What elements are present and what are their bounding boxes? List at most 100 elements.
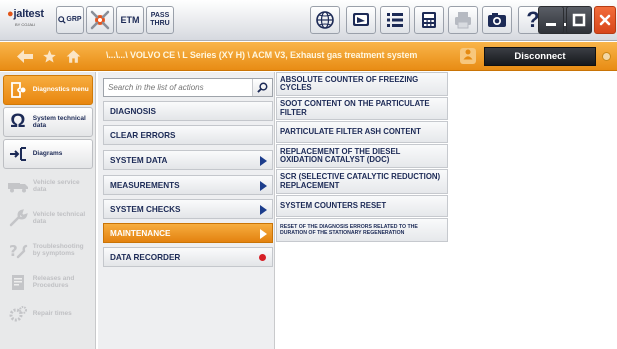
action-item-label: PARTICULATE FILTER ASH CONTENT xyxy=(280,126,421,136)
jaltest-window: ●jaltest BY COJALI GRP ETM PASS THRU ? \… xyxy=(0,0,617,349)
truck-icon xyxy=(7,175,29,197)
menu-item-clear-errors[interactable]: CLEAR ERRORS xyxy=(103,125,273,145)
close-window-button[interactable] xyxy=(594,6,616,34)
menu-item-label: DATA RECORDER xyxy=(110,252,181,262)
menu-item-maintenance[interactable]: MAINTENANCE xyxy=(103,223,273,243)
document-icon xyxy=(7,271,29,293)
sidebar-item-label: Diagnostics menu xyxy=(32,86,89,94)
disconnect-button[interactable]: Disconnect xyxy=(484,47,596,66)
breadcrumb-path[interactable]: \...\...\ VOLVO CE \ L Series (XY H) \ A… xyxy=(106,50,417,60)
sidebar-item-label: Vehicle service data xyxy=(33,178,80,194)
user-icon[interactable] xyxy=(460,48,476,64)
action-item-label: SCR (SELECTIVE CATALYTIC REDUCTION) REPL… xyxy=(280,172,441,190)
action-item-label: REPLACEMENT OF THE DIESEL OXIDATION CATA… xyxy=(280,146,401,164)
action-item-label: SOOT CONTENT ON THE PARTICULATE FILTER xyxy=(280,99,430,117)
search-box xyxy=(103,78,273,97)
ohm-icon: Ω xyxy=(10,111,26,132)
logo-text: jaltest xyxy=(13,8,44,20)
back-arrow-icon[interactable] xyxy=(17,50,33,63)
menu-item-label: SYSTEM CHECKS xyxy=(110,204,181,214)
menu-item-label: DIAGNOSIS xyxy=(110,106,156,116)
sidebar-item-label: Troubleshooting by symptoms xyxy=(32,242,84,258)
sidebar-item-releases-procedures: Releases and Procedures xyxy=(3,267,93,297)
globe-icon xyxy=(316,11,334,29)
action-item-reset-regeneration-errors[interactable]: RESET OF THE DIAGNOSIS ERRORS RELATED TO… xyxy=(276,218,448,242)
menu-item-label: SYSTEM DATA xyxy=(110,155,168,165)
action-item-doc-replacement[interactable]: REPLACEMENT OF THE DIESEL OXIDATION CATA… xyxy=(276,144,448,168)
grp-search-button[interactable]: GRP xyxy=(56,6,84,34)
maximize-icon xyxy=(572,13,586,27)
printer-icon xyxy=(455,12,471,29)
menu-item-label: MAINTENANCE xyxy=(110,228,171,238)
close-icon xyxy=(599,14,611,26)
action-item-freezing-cycles[interactable]: ABSOLUTE COUNTER OF FREEZING CYCLES xyxy=(276,72,448,96)
internet-button[interactable] xyxy=(310,6,340,34)
action-item-scr-replacement[interactable]: SCR (SELECTIVE CATALYTIC REDUCTION) REPL… xyxy=(276,169,448,194)
sidebar-item-repair-times: Repair times xyxy=(3,299,93,329)
sidebar-item-diagrams[interactable]: Diagrams xyxy=(3,139,93,169)
action-item-soot-content[interactable]: SOOT CONTENT ON THE PARTICULATE FILTER xyxy=(276,97,448,120)
home-icon[interactable] xyxy=(66,49,81,64)
camera-icon xyxy=(488,13,506,27)
menu-item-system-data[interactable]: SYSTEM DATA xyxy=(103,150,273,170)
calculator-icon xyxy=(422,12,436,28)
search-input[interactable] xyxy=(104,79,250,96)
sidebar-item-label: Releases and Procedures xyxy=(32,274,75,290)
svg-text:?: ? xyxy=(9,242,18,260)
favorite-star-icon[interactable] xyxy=(42,49,57,64)
sidebar-item-troubleshooting: ? Troubleshooting by symptoms xyxy=(3,235,93,265)
sidebar-item-label: Diagrams xyxy=(32,150,63,158)
maximize-window-button[interactable] xyxy=(566,6,592,34)
diagram-icon xyxy=(7,143,29,165)
menu-item-system-checks[interactable]: SYSTEM CHECKS xyxy=(103,199,273,219)
wrench-icon xyxy=(7,207,29,229)
sidebar-item-label: System technical data xyxy=(32,114,86,130)
sidebar-item-vehicle-service-data: Vehicle service data xyxy=(3,171,93,201)
action-item-label: ABSOLUTE COUNTER OF FREEZING CYCLES xyxy=(280,74,419,92)
minimize-window-icon xyxy=(546,23,556,26)
action-item-label: SYSTEM COUNTERS RESET xyxy=(280,200,387,210)
action-item-ash-content[interactable]: PARTICULATE FILTER ASH CONTENT xyxy=(276,121,448,143)
diagnostics-icon xyxy=(7,79,29,101)
thru-label: THRU xyxy=(150,20,170,27)
print-button[interactable] xyxy=(448,6,478,34)
chevron-right-icon xyxy=(260,205,267,215)
pass-thru-button[interactable]: PASS THRU xyxy=(146,6,174,34)
sidebar-item-vehicle-technical-data: Vehicle technical data xyxy=(3,203,93,233)
ecu-icon xyxy=(353,13,369,26)
chevron-right-icon xyxy=(260,156,267,166)
chevron-right-icon xyxy=(260,229,267,239)
tools-icon xyxy=(90,10,110,30)
jaltest-logo: ●jaltest BY COJALI xyxy=(7,6,51,34)
minimize-window-button[interactable] xyxy=(538,6,564,34)
menu-item-label: CLEAR ERRORS xyxy=(110,130,176,140)
grp-label: GRP xyxy=(66,16,82,23)
menu-item-data-recorder[interactable]: DATA RECORDER xyxy=(103,247,273,267)
tools-button[interactable] xyxy=(86,6,114,34)
etm-button[interactable]: ETM xyxy=(116,6,144,34)
tools-icon: ? xyxy=(7,239,29,261)
pass-label: PASS xyxy=(150,12,170,19)
left-sidebar: Diagnostics menu Ω System technical data… xyxy=(0,72,96,349)
user-silhouette-icon xyxy=(463,49,473,60)
sidebar-item-system-technical-data[interactable]: Ω System technical data xyxy=(3,107,93,137)
menu-item-diagnosis[interactable]: DIAGNOSIS xyxy=(103,101,273,121)
sidebar-item-label: Vehicle technical data xyxy=(32,210,86,226)
top-toolbar: ●jaltest BY COJALI GRP ETM PASS THRU ? xyxy=(0,0,617,41)
menu-item-measurements[interactable]: MEASUREMENTS xyxy=(103,175,273,195)
search-icon xyxy=(257,82,268,93)
menu-item-label: MEASUREMENTS xyxy=(110,180,180,190)
record-indicator-icon xyxy=(259,254,266,261)
ecu-button[interactable] xyxy=(346,6,376,34)
list-icon xyxy=(387,13,403,27)
calculator-button[interactable] xyxy=(414,6,444,34)
action-item-system-counters-reset[interactable]: SYSTEM COUNTERS RESET xyxy=(276,195,448,217)
list-menu-button[interactable] xyxy=(380,6,410,34)
sidebar-item-diagnostics-menu[interactable]: Diagnostics menu xyxy=(3,75,93,105)
search-button[interactable] xyxy=(252,79,272,96)
screenshot-button[interactable] xyxy=(482,6,512,34)
connection-status-indicator xyxy=(602,52,611,61)
search-icon xyxy=(58,16,67,24)
actions-menu-column: DIAGNOSIS CLEAR ERRORS SYSTEM DATA MEASU… xyxy=(98,72,275,349)
chevron-right-icon xyxy=(260,181,267,191)
